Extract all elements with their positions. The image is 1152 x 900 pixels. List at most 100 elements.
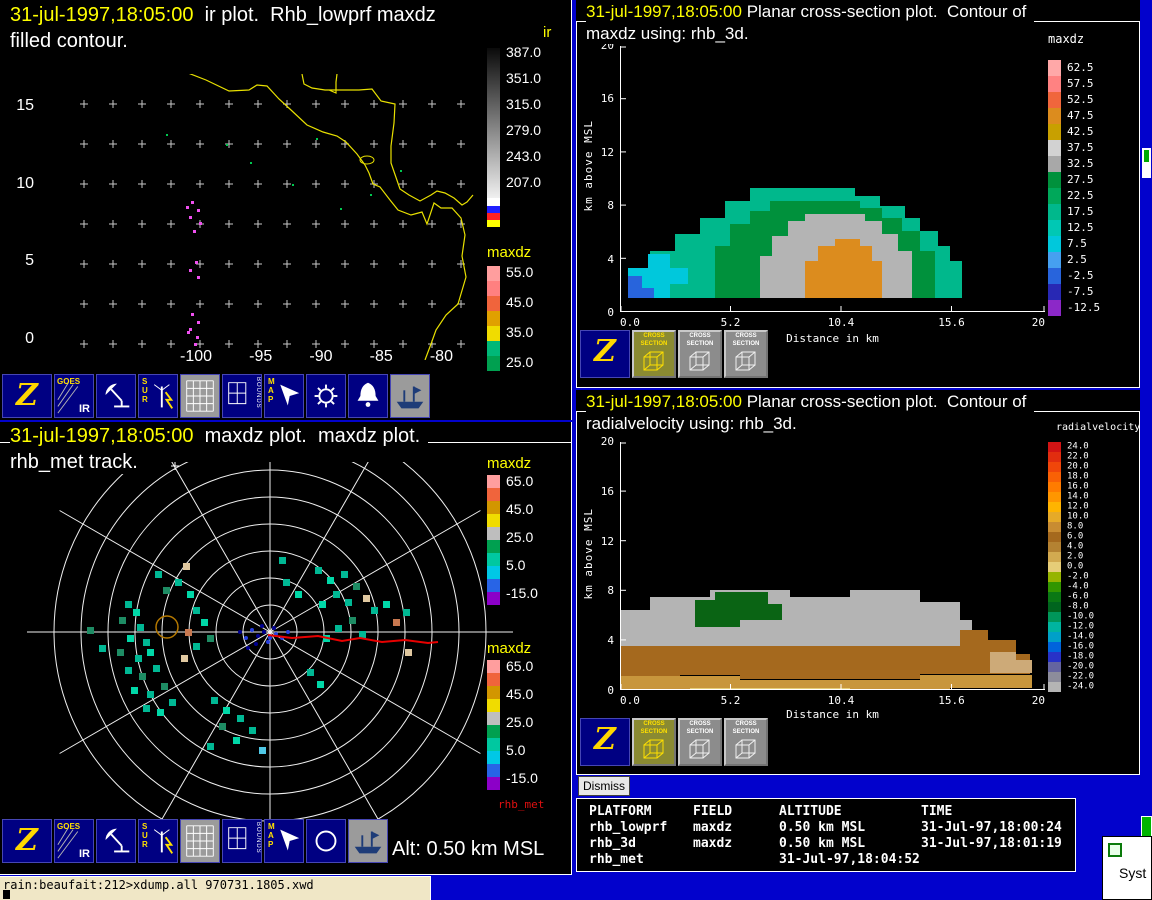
ir-colorbar: ir 387.0351.0315.0279.0243.0207.0	[487, 24, 551, 41]
radar-echo-mark	[196, 336, 199, 339]
colorbar-strip	[1048, 60, 1061, 316]
azimuth-spoke	[270, 462, 392, 632]
grid-cross	[109, 340, 117, 348]
boundaries-button[interactable]: BOUNDS	[222, 819, 262, 863]
grid-cross	[341, 300, 349, 308]
grid-cross	[225, 260, 233, 268]
colorbar-value: -22.0	[1067, 673, 1094, 682]
cross-label: CROSS	[634, 721, 674, 728]
colorbar-segment	[487, 553, 500, 566]
table-cell: rhb_lowprf	[589, 820, 693, 836]
zebra-logo-button[interactable]: Z	[2, 374, 52, 418]
goes-ir-button[interactable]: GOESIR	[54, 819, 94, 863]
cross-section-button-2[interactable]: CROSSSECTION	[678, 330, 722, 378]
radar-dish-button[interactable]	[96, 374, 136, 418]
settings-gear-button[interactable]	[306, 374, 346, 418]
map-button[interactable]: MAP	[264, 819, 304, 863]
cross-section-button-2[interactable]: CROSSSECTION	[678, 718, 722, 766]
grid-cross	[399, 180, 407, 188]
cross-section-button-3[interactable]: CROSSSECTION	[724, 718, 768, 766]
grid-cross	[109, 140, 117, 148]
y-axis-ticks: 20 16 12 8 4 0	[594, 39, 614, 319]
colorbar-value: 25.0	[506, 355, 533, 369]
ship-icon	[349, 820, 387, 862]
colorbar-segment	[487, 738, 500, 751]
colorbar-value: 22.0	[1067, 453, 1089, 462]
grid-cross	[196, 340, 204, 348]
reflectivity-echo	[153, 665, 160, 672]
grid-cross	[196, 180, 204, 188]
surface-obs-button[interactable]: SUR	[138, 374, 178, 418]
radar-echo-mark	[197, 276, 200, 279]
radar-echo-mark	[186, 206, 189, 209]
cross-section-plot[interactable]	[620, 46, 1045, 312]
desktop-widget-icon[interactable]	[1142, 148, 1151, 178]
reflectivity-echo	[333, 591, 340, 598]
alert-bell-button[interactable]	[348, 374, 388, 418]
grid-cross	[428, 300, 436, 308]
grid-cross	[254, 260, 262, 268]
colorbar-segment	[487, 725, 500, 738]
cross-section-button-3[interactable]: CROSSSECTION	[724, 330, 768, 378]
x-tick: 15.6	[938, 694, 965, 707]
ship-track-button[interactable]	[390, 374, 430, 418]
reflectivity-echo	[327, 577, 334, 584]
ir-map-plot[interactable]	[40, 74, 476, 360]
dismiss-button[interactable]: Dismiss	[578, 776, 630, 796]
colorbar-value: 45.0	[506, 295, 533, 309]
panel-title: 31-jul-1997,18:05:00 Planar cross-sectio…	[586, 2, 1034, 22]
zebra-logo-button[interactable]: Z	[580, 718, 630, 766]
colorbar-segment	[1048, 300, 1061, 316]
colorbar-value: -2.0	[1067, 573, 1089, 582]
reflectivity-echo	[371, 607, 378, 614]
title-text: maxdz plot. maxdz plot.	[193, 425, 420, 447]
reflectivity-echo	[183, 563, 190, 570]
table-row: rhb_met31-Jul-97,18:04:52	[589, 852, 1075, 868]
ship-track-line	[268, 635, 438, 643]
grid-overlay-button[interactable]	[180, 374, 220, 418]
range-ring-button[interactable]	[306, 819, 346, 863]
timestamp: 31-jul-1997,18:05:00	[10, 4, 193, 26]
goes-ir-button[interactable]: GOESIR	[54, 374, 94, 418]
velocity-dot	[268, 636, 272, 640]
colorbar-segment	[1048, 622, 1061, 632]
surface-antenna-icon	[139, 375, 177, 417]
cross-section-button-1[interactable]: CROSSSECTION	[632, 330, 676, 378]
grid-cross	[80, 300, 88, 308]
cross-section-plot[interactable]	[620, 442, 1045, 690]
partial-side-window[interactable]: Syst	[1102, 836, 1152, 900]
colorbar-value: 10.0	[1067, 513, 1089, 522]
lon-tick: -90	[309, 348, 332, 366]
reflectivity-echo	[187, 591, 194, 598]
colorbar-segment	[1048, 60, 1061, 76]
colorbar-value: 18.0	[1067, 473, 1089, 482]
velocity-dot	[266, 640, 270, 644]
y-tick: 16	[594, 485, 614, 498]
reflectivity-echo	[335, 625, 342, 632]
terminal-window[interactable]: rain:beaufait:212>xdump.all 970731.1805.…	[0, 876, 431, 900]
section-label: SECTION	[680, 729, 720, 736]
station-dot	[370, 194, 372, 196]
reflectivity-echo	[279, 557, 286, 564]
zebra-logo-button[interactable]: Z	[2, 819, 52, 863]
colorbar-value: 20.0	[1067, 463, 1089, 472]
radar-echo-mark	[199, 222, 202, 225]
grid-overlay-button[interactable]	[180, 819, 220, 863]
grid-cross	[138, 340, 146, 348]
boundaries-button[interactable]: BOUNDS	[222, 374, 262, 418]
ship-track-button[interactable]	[348, 819, 388, 863]
colorbar-segment	[487, 699, 500, 712]
lat-tick: 5	[4, 252, 34, 270]
widget-indicator	[1144, 150, 1149, 162]
panel-title: 31-jul-1997,18:05:00 Planar cross-sectio…	[586, 392, 1034, 412]
reflectivity-echo	[163, 587, 170, 594]
map-button[interactable]: MAP	[264, 374, 304, 418]
colorbar-value: -18.0	[1067, 653, 1094, 662]
zebra-logo-button[interactable]: Z	[580, 330, 630, 378]
colorbar-value: 45.0	[506, 687, 533, 701]
surface-obs-button[interactable]: SUR	[138, 819, 178, 863]
surface-antenna-icon	[139, 820, 177, 862]
colorbar-segment	[1048, 572, 1061, 582]
cross-section-button-1[interactable]: CROSSSECTION	[632, 718, 676, 766]
radar-dish-button[interactable]	[96, 819, 136, 863]
